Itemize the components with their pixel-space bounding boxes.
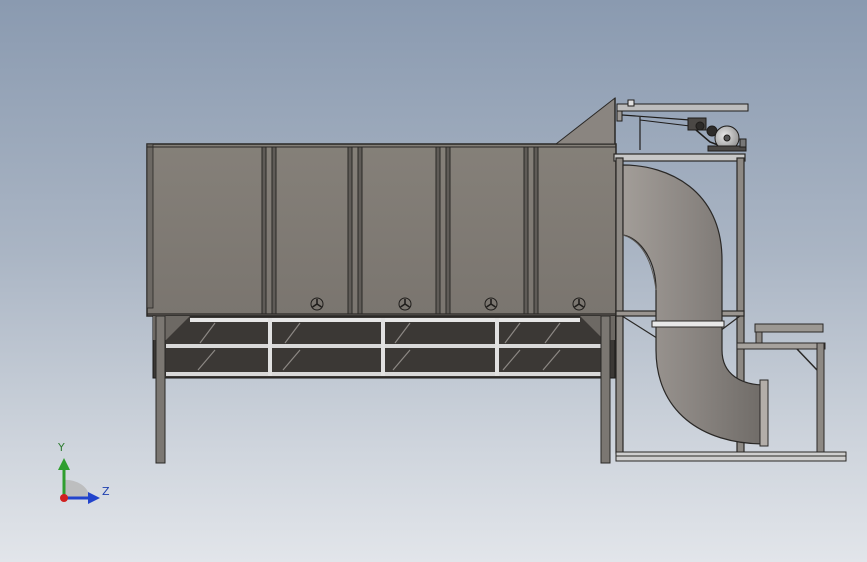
- orientation-triad: [58, 458, 100, 504]
- axis-z-label: Z: [102, 485, 110, 498]
- base-rail: [615, 451, 847, 462]
- origin-icon: [60, 494, 68, 502]
- discharge-chute: [622, 164, 769, 447]
- main-housing: [146, 143, 617, 317]
- machine-side-view: [58, 96, 847, 504]
- drive-assembly: [616, 99, 749, 152]
- axis-y-label: Y: [58, 441, 65, 454]
- feed-hopper: [554, 96, 616, 145]
- lower-tray: [152, 315, 616, 379]
- cad-viewport[interactable]: Y Z: [0, 0, 867, 562]
